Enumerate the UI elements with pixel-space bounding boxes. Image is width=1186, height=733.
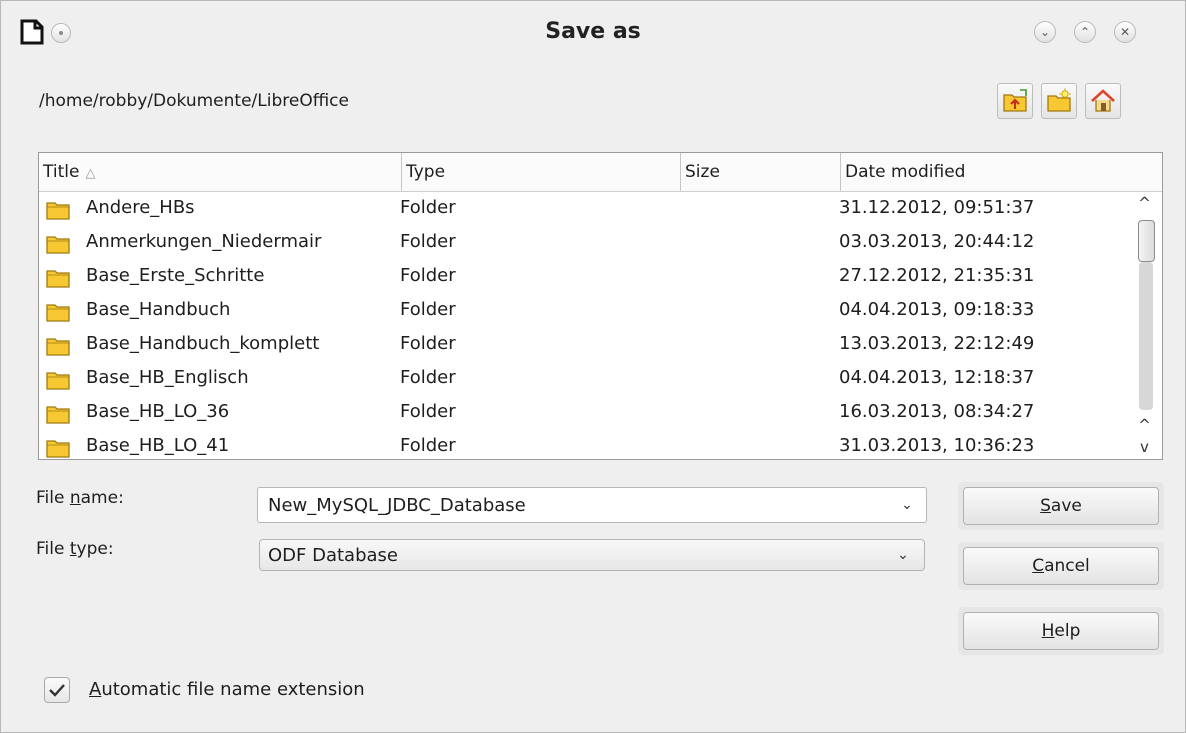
folder-icon [46, 270, 70, 288]
column-title-label: Title [43, 162, 80, 182]
file-date-modified: 16.03.2013, 08:34:27 [839, 401, 1035, 422]
folder-up-button[interactable] [997, 83, 1033, 119]
file-row[interactable]: Base_HB_LO_36 Folder 16.03.2013, 08:34:27 [39, 396, 1127, 430]
automatic-extension-label[interactable]: Automatic file name extension [89, 679, 365, 700]
column-header-size[interactable]: Size [681, 153, 841, 191]
home-icon [1091, 89, 1115, 112]
save-as-dialog: Save as ⌄ ⌃ ✕ /home/robby/Dokumente/Libr… [0, 0, 1186, 733]
file-row[interactable]: Base_HB_LO_41 Folder 31.03.2013, 10:36:23 [39, 430, 1127, 459]
folder-icon [46, 202, 70, 220]
file-type: Folder [400, 401, 456, 422]
file-row[interactable]: Andere_HBs Folder 31.12.2012, 09:51:37 [39, 192, 1127, 226]
file-rows: Andere_HBs Folder 31.12.2012, 09:51:37 Anme… [39, 192, 1127, 459]
file-title: Base_Handbuch [86, 299, 231, 320]
file-name-input[interactable] [258, 488, 898, 522]
file-title: Base_Erste_Schritte [86, 265, 265, 286]
automatic-extension-checkbox[interactable] [44, 677, 70, 703]
file-type-label: File type: [36, 539, 114, 559]
scrollbar-thumb[interactable] [1138, 220, 1155, 262]
scrollbar-track[interactable] [1139, 262, 1153, 410]
column-header-type[interactable]: Type [402, 153, 681, 191]
file-name-label: File name: [36, 488, 124, 508]
file-type: Folder [400, 333, 456, 354]
file-title: Base_Handbuch_komplett [86, 333, 320, 354]
vertical-scrollbar[interactable]: ^ ^ v [1128, 192, 1161, 458]
file-date-modified: 31.03.2013, 10:36:23 [839, 435, 1035, 456]
file-list-header: Title △ Type Size Date modified [39, 153, 1162, 192]
file-date-modified: 31.12.2012, 09:51:37 [839, 197, 1035, 218]
file-type-select[interactable]: ODF Database ⌄ [259, 539, 925, 571]
save-button[interactable]: Save [963, 487, 1159, 525]
maximize-button[interactable]: ⌃ [1074, 21, 1096, 43]
sort-ascending-icon: △ [85, 166, 96, 181]
folder-icon [46, 236, 70, 254]
file-type: Folder [400, 299, 456, 320]
file-date-modified: 04.04.2013, 12:18:37 [839, 367, 1035, 388]
window-title: Save as [545, 19, 641, 44]
file-list[interactable]: Title △ Type Size Date modified Andere_HB… [38, 152, 1163, 460]
folder-up-icon [1003, 89, 1027, 112]
close-button[interactable]: ✕ [1114, 21, 1136, 43]
file-name-combobox[interactable]: ⌄ [257, 487, 927, 523]
file-row[interactable]: Base_HB_Englisch Folder 04.04.2013, 12:18:… [39, 362, 1127, 396]
home-button[interactable] [1085, 83, 1121, 119]
help-button[interactable]: Help [963, 612, 1159, 650]
chevron-down-icon[interactable]: ⌄ [890, 488, 924, 522]
folder-icon [46, 304, 70, 322]
folder-icon [46, 372, 70, 390]
scroll-up-icon[interactable]: ^ [1128, 192, 1161, 214]
close-icon: ✕ [1119, 25, 1131, 39]
file-type-value: ODF Database [268, 545, 398, 566]
file-type: Folder [400, 265, 456, 286]
file-date-modified: 13.03.2013, 22:12:49 [839, 333, 1035, 354]
file-type: Folder [400, 367, 456, 388]
minimize-button[interactable]: ⌄ [1034, 21, 1056, 43]
file-type: Folder [400, 197, 456, 218]
folder-icon [46, 338, 70, 356]
chevron-down-icon: ⌄ [897, 547, 909, 563]
file-title: Anmerkungen_Niedermair [86, 231, 322, 252]
file-date-modified: 04.04.2013, 09:18:33 [839, 299, 1035, 320]
file-title: Base_HB_LO_41 [86, 435, 230, 456]
new-folder-button[interactable] [1041, 83, 1077, 119]
file-type: Folder [400, 435, 456, 456]
file-row[interactable]: Base_Erste_Schritte Folder 27.12.2012, 21:… [39, 260, 1127, 294]
column-header-title[interactable]: Title △ [39, 153, 402, 191]
file-date-modified: 03.03.2013, 20:44:12 [839, 231, 1035, 252]
file-row[interactable]: Base_Handbuch Folder 04.04.2013, 09:18:33 [39, 294, 1127, 328]
chevron-down-icon: ⌄ [1039, 25, 1051, 39]
column-header-date-modified[interactable]: Date modified [841, 153, 1162, 191]
file-date-modified: 27.12.2012, 21:35:31 [839, 265, 1035, 286]
file-type: Folder [400, 231, 456, 252]
scroll-up-secondary-icon[interactable]: ^ [1128, 414, 1161, 436]
file-row[interactable]: Anmerkungen_Niedermair Folder 03.03.2013, … [39, 226, 1127, 260]
file-title: Base_HB_Englisch [86, 367, 249, 388]
current-path: /home/robby/Dokumente/LibreOffice [39, 91, 349, 111]
file-title: Base_HB_LO_36 [86, 401, 230, 422]
file-title: Andere_HBs [86, 197, 195, 218]
folder-icon [46, 406, 70, 424]
folder-icon [46, 440, 70, 458]
cancel-button[interactable]: Cancel [963, 547, 1159, 585]
title-bar: Save as ⌄ ⌃ ✕ [1, 1, 1185, 61]
chevron-up-icon: ⌃ [1079, 25, 1091, 39]
new-folder-icon [1047, 88, 1071, 112]
scroll-down-icon[interactable]: v [1128, 436, 1161, 458]
file-row[interactable]: Base_Handbuch_komplett Folder 13.03.2013, … [39, 328, 1127, 362]
checkmark-icon [49, 684, 65, 697]
